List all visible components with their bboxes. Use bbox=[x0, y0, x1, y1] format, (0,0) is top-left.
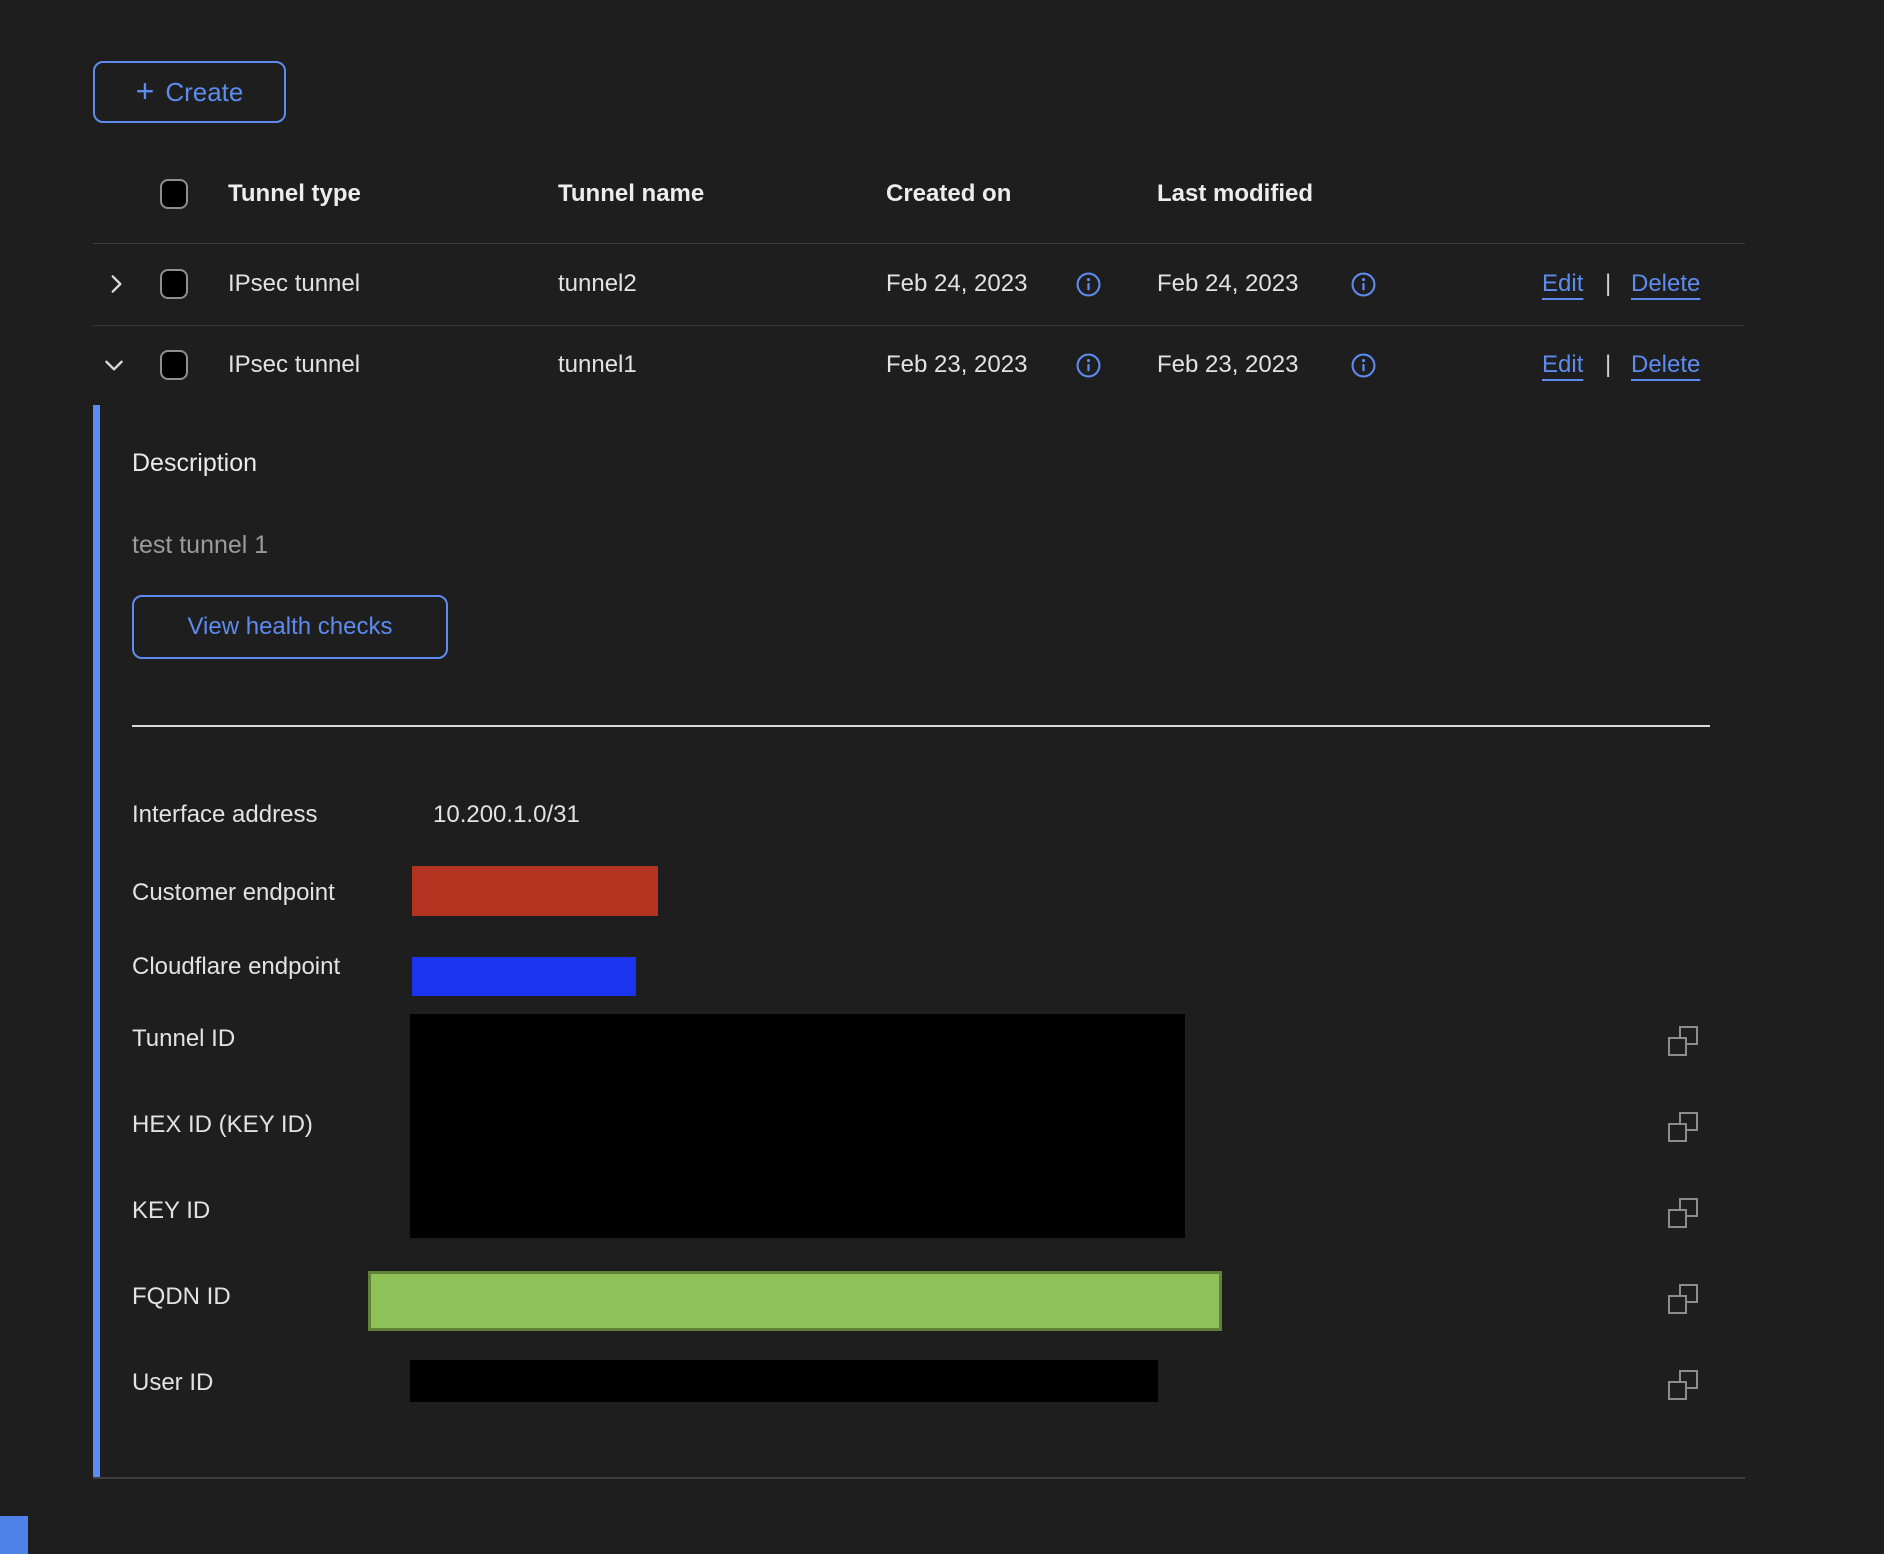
select-all-checkbox[interactable] bbox=[160, 179, 188, 209]
row-checkbox[interactable] bbox=[160, 350, 188, 380]
panel-bottom-divider bbox=[93, 1477, 1745, 1479]
expand-chevron-right-icon[interactable] bbox=[103, 271, 129, 302]
fqdn-id-label: FQDN ID bbox=[132, 1282, 231, 1312]
copy-icon[interactable] bbox=[1668, 1370, 1698, 1400]
copy-icon[interactable] bbox=[1668, 1026, 1698, 1056]
column-header-last-modified: Last modified bbox=[1157, 179, 1313, 209]
tunnel-name-cell: tunnel1 bbox=[558, 350, 637, 380]
last-modified-cell: Feb 24, 2023 bbox=[1157, 269, 1298, 299]
view-health-checks-button[interactable]: View health checks bbox=[132, 595, 448, 659]
plus-icon: + bbox=[136, 75, 155, 107]
edit-link[interactable]: Edit bbox=[1542, 350, 1583, 380]
interface-address-value: 10.200.1.0/31 bbox=[433, 800, 580, 830]
info-icon[interactable] bbox=[1351, 272, 1376, 302]
table-row: IPsec tunnel tunnel2 Feb 24, 2023 Feb 24… bbox=[93, 244, 1745, 326]
copy-icon[interactable] bbox=[1668, 1198, 1698, 1228]
table-row: IPsec tunnel tunnel1 Feb 23, 2023 Feb 23… bbox=[93, 326, 1745, 405]
table-header-row: Tunnel type Tunnel name Created on Last … bbox=[93, 146, 1745, 244]
customer-endpoint-label: Customer endpoint bbox=[132, 878, 335, 908]
action-separator: | bbox=[1605, 269, 1611, 299]
description-label: Description bbox=[132, 448, 257, 478]
tunnel-detail-panel: Description test tunnel 1 View health ch… bbox=[93, 405, 1745, 1478]
action-separator: | bbox=[1605, 350, 1611, 380]
tunnel-name-cell: tunnel2 bbox=[558, 269, 637, 299]
corner-blue-fragment bbox=[0, 1516, 28, 1554]
collapse-chevron-down-icon[interactable] bbox=[101, 352, 127, 383]
tunnel-id-label: Tunnel ID bbox=[132, 1024, 235, 1054]
info-icon[interactable] bbox=[1076, 272, 1101, 302]
section-divider bbox=[132, 725, 1710, 727]
row-checkbox[interactable] bbox=[160, 269, 188, 299]
info-icon[interactable] bbox=[1076, 353, 1101, 383]
created-on-cell: Feb 23, 2023 bbox=[886, 350, 1027, 380]
cloudflare-endpoint-redacted-value bbox=[412, 957, 636, 996]
user-id-redacted-value bbox=[410, 1360, 1158, 1402]
copy-icon[interactable] bbox=[1668, 1112, 1698, 1142]
cloudflare-endpoint-label: Cloudflare endpoint bbox=[132, 952, 340, 982]
fqdn-id-redacted-value bbox=[368, 1271, 1222, 1331]
key-id-label: KEY ID bbox=[132, 1196, 210, 1226]
delete-link[interactable]: Delete bbox=[1631, 350, 1700, 380]
created-on-cell: Feb 24, 2023 bbox=[886, 269, 1027, 299]
hex-id-label: HEX ID (KEY ID) bbox=[132, 1110, 313, 1140]
create-button[interactable]: + Create bbox=[93, 61, 286, 123]
tunnel-type-cell: IPsec tunnel bbox=[228, 350, 360, 380]
ids-redacted-value bbox=[410, 1014, 1185, 1238]
column-header-created-on: Created on bbox=[886, 179, 1011, 209]
description-text: test tunnel 1 bbox=[132, 530, 268, 560]
copy-icon[interactable] bbox=[1668, 1284, 1698, 1314]
create-button-label: Create bbox=[165, 77, 243, 108]
column-header-tunnel-type: Tunnel type bbox=[228, 179, 361, 209]
column-header-tunnel-name: Tunnel name bbox=[558, 179, 704, 209]
info-icon[interactable] bbox=[1351, 353, 1376, 383]
user-id-label: User ID bbox=[132, 1368, 213, 1398]
interface-address-label: Interface address bbox=[132, 800, 317, 830]
tunnel-type-cell: IPsec tunnel bbox=[228, 269, 360, 299]
customer-endpoint-redacted-value bbox=[412, 866, 658, 916]
edit-link[interactable]: Edit bbox=[1542, 269, 1583, 299]
last-modified-cell: Feb 23, 2023 bbox=[1157, 350, 1298, 380]
tunnels-page: + Create Tunnel type Tunnel name Created… bbox=[0, 0, 1884, 1554]
delete-link[interactable]: Delete bbox=[1631, 269, 1700, 299]
